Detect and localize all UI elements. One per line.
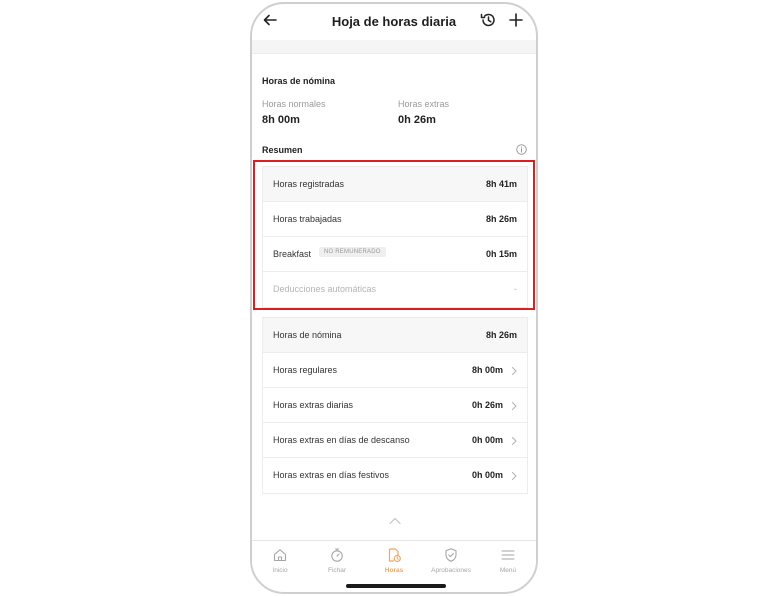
payroll-breakdown-card: Horas de nómina 8h 26m Horas regulares 8…	[262, 317, 528, 494]
row-label: Breakfast	[273, 249, 312, 259]
tab-fichar[interactable]: Fichar	[309, 547, 365, 574]
row-label: Horas extras en días de descanso	[273, 435, 410, 445]
tab-inicio[interactable]: Inicio	[252, 547, 308, 574]
summary-row-auto-deductions: Deducciones automáticas -	[263, 272, 527, 307]
extra-hours-label: Horas extras	[398, 99, 450, 109]
row-value: 0h 00m	[471, 435, 503, 445]
tab-aprobaciones[interactable]: Aprobaciones	[423, 547, 479, 574]
breakdown-row-regular[interactable]: Horas regulares 8h 00m	[263, 353, 527, 388]
home-icon	[273, 549, 287, 562]
row-value: 0h 00m	[471, 470, 503, 480]
row-label: Horas trabajadas	[273, 214, 342, 224]
tab-horas[interactable]: Horas	[366, 547, 422, 574]
history-icon[interactable]	[479, 11, 497, 29]
chevron-right-icon	[511, 366, 517, 376]
row-label: Horas de nómina	[273, 330, 342, 340]
unpaid-badge: NO REMUNERADO	[319, 247, 386, 257]
summary-card: Horas registradas 8h 41m Horas trabajada…	[262, 166, 528, 308]
normal-hours-label: Horas normales	[262, 99, 326, 109]
plus-icon[interactable]	[508, 12, 524, 28]
chevron-right-icon	[511, 471, 517, 481]
row-value: 8h 00m	[471, 365, 503, 375]
chevron-right-icon	[511, 436, 517, 446]
tab-label: Menú	[499, 567, 517, 574]
row-value: 0h 15m	[485, 249, 517, 259]
breakdown-row-holiday-overtime[interactable]: Horas extras en días festivos 0h 00m	[263, 458, 527, 493]
tab-label: Fichar	[327, 567, 347, 574]
chevron-right-icon	[511, 401, 517, 411]
row-label: Horas extras en días festivos	[273, 470, 390, 480]
home-indicator	[346, 584, 446, 588]
tab-label: Inicio	[272, 567, 288, 574]
row-value: -	[514, 284, 517, 294]
normal-hours-value: 8h 00m	[262, 114, 300, 126]
breakdown-row-payroll: Horas de nómina 8h 26m	[263, 318, 527, 353]
menu-icon	[501, 550, 515, 560]
breakdown-row-rest-day-overtime[interactable]: Horas extras en días de descanso 0h 00m	[263, 423, 527, 458]
tab-menu[interactable]: Menú	[480, 547, 536, 574]
timesheet-icon	[388, 548, 401, 563]
row-label: Horas extras diarias	[273, 400, 354, 410]
summary-row-worked: Horas trabajadas 8h 26m	[263, 202, 527, 237]
row-label: Horas regulares	[273, 365, 338, 375]
summary-row-breakfast: Breakfast NO REMUNERADO 0h 15m	[263, 237, 527, 272]
stopwatch-icon	[331, 548, 343, 562]
breakdown-row-daily-overtime[interactable]: Horas extras diarias 0h 26m	[263, 388, 527, 423]
summary-row-registered: Horas registradas 8h 41m	[263, 167, 527, 202]
app-header: Hoja de horas diaria	[252, 4, 536, 40]
bottom-tab-bar: Inicio Fichar Horas Aprobaciones Menú	[252, 540, 536, 580]
row-value: 0h 26m	[471, 400, 503, 410]
info-icon[interactable]	[516, 144, 527, 155]
phone-frame: Hoja de horas diaria Horas de nómina Hor…	[250, 2, 538, 594]
summary-title: Resumen	[262, 145, 303, 155]
row-value: 8h 41m	[485, 179, 517, 189]
row-label: Horas registradas	[273, 179, 345, 189]
extra-hours-value: 0h 26m	[398, 114, 436, 126]
row-label: Deducciones automáticas	[273, 284, 377, 294]
scroll-divider	[252, 40, 536, 54]
payroll-hours-title: Horas de nómina	[262, 76, 336, 86]
shield-check-icon	[445, 548, 457, 562]
row-value: 8h 26m	[485, 330, 517, 340]
tab-label: Aprobaciones	[431, 567, 471, 574]
tab-label: Horas	[384, 567, 404, 574]
row-value: 8h 26m	[485, 214, 517, 224]
chevron-up-icon[interactable]	[388, 516, 402, 526]
